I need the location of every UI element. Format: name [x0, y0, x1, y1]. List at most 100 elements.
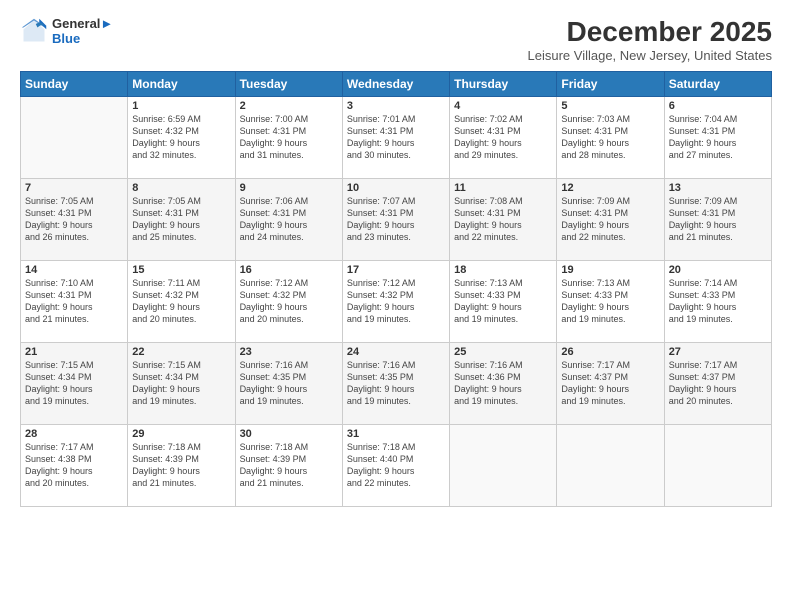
day-number: 15: [132, 264, 230, 276]
day-info: Sunrise: 7:01 AM Sunset: 4:31 PM Dayligh…: [347, 113, 445, 162]
calendar-cell: 21Sunrise: 7:15 AM Sunset: 4:34 PM Dayli…: [21, 343, 128, 425]
day-number: 14: [25, 264, 123, 276]
day-info: Sunrise: 7:02 AM Sunset: 4:31 PM Dayligh…: [454, 113, 552, 162]
calendar-cell: 23Sunrise: 7:16 AM Sunset: 4:35 PM Dayli…: [235, 343, 342, 425]
day-number: 1: [132, 100, 230, 112]
calendar-cell: 3Sunrise: 7:01 AM Sunset: 4:31 PM Daylig…: [342, 97, 449, 179]
day-number: 24: [347, 346, 445, 358]
day-info: Sunrise: 7:13 AM Sunset: 4:33 PM Dayligh…: [454, 277, 552, 326]
day-info: Sunrise: 7:05 AM Sunset: 4:31 PM Dayligh…: [132, 195, 230, 244]
calendar-cell: 13Sunrise: 7:09 AM Sunset: 4:31 PM Dayli…: [664, 179, 771, 261]
calendar-cell: 1Sunrise: 6:59 AM Sunset: 4:32 PM Daylig…: [128, 97, 235, 179]
calendar-cell: 12Sunrise: 7:09 AM Sunset: 4:31 PM Dayli…: [557, 179, 664, 261]
calendar-week-row: 14Sunrise: 7:10 AM Sunset: 4:31 PM Dayli…: [21, 261, 772, 343]
calendar-cell: 5Sunrise: 7:03 AM Sunset: 4:31 PM Daylig…: [557, 97, 664, 179]
calendar-cell: 10Sunrise: 7:07 AM Sunset: 4:31 PM Dayli…: [342, 179, 449, 261]
page-subtitle: Leisure Village, New Jersey, United Stat…: [528, 48, 772, 63]
calendar-cell: 2Sunrise: 7:00 AM Sunset: 4:31 PM Daylig…: [235, 97, 342, 179]
calendar-cell: 31Sunrise: 7:18 AM Sunset: 4:40 PM Dayli…: [342, 425, 449, 507]
calendar-cell: 8Sunrise: 7:05 AM Sunset: 4:31 PM Daylig…: [128, 179, 235, 261]
calendar-weekday-wednesday: Wednesday: [342, 72, 449, 97]
day-number: 6: [669, 100, 767, 112]
day-info: Sunrise: 7:16 AM Sunset: 4:36 PM Dayligh…: [454, 359, 552, 408]
calendar-header-row: SundayMondayTuesdayWednesdayThursdayFrid…: [21, 72, 772, 97]
day-number: 27: [669, 346, 767, 358]
day-number: 13: [669, 182, 767, 194]
day-info: Sunrise: 6:59 AM Sunset: 4:32 PM Dayligh…: [132, 113, 230, 162]
day-info: Sunrise: 7:04 AM Sunset: 4:31 PM Dayligh…: [669, 113, 767, 162]
day-number: 8: [132, 182, 230, 194]
calendar-cell: [21, 97, 128, 179]
calendar-cell: [664, 425, 771, 507]
day-number: 10: [347, 182, 445, 194]
calendar-cell: 22Sunrise: 7:15 AM Sunset: 4:34 PM Dayli…: [128, 343, 235, 425]
day-number: 3: [347, 100, 445, 112]
calendar-cell: 6Sunrise: 7:04 AM Sunset: 4:31 PM Daylig…: [664, 97, 771, 179]
calendar-weekday-saturday: Saturday: [664, 72, 771, 97]
logo-icon: [20, 17, 48, 45]
day-number: 20: [669, 264, 767, 276]
day-info: Sunrise: 7:07 AM Sunset: 4:31 PM Dayligh…: [347, 195, 445, 244]
day-number: 30: [240, 428, 338, 440]
header: General► Blue December 2025 Leisure Vill…: [20, 16, 772, 63]
calendar-week-row: 1Sunrise: 6:59 AM Sunset: 4:32 PM Daylig…: [21, 97, 772, 179]
day-number: 23: [240, 346, 338, 358]
calendar-cell: 28Sunrise: 7:17 AM Sunset: 4:38 PM Dayli…: [21, 425, 128, 507]
calendar-week-row: 28Sunrise: 7:17 AM Sunset: 4:38 PM Dayli…: [21, 425, 772, 507]
calendar-week-row: 21Sunrise: 7:15 AM Sunset: 4:34 PM Dayli…: [21, 343, 772, 425]
day-info: Sunrise: 7:13 AM Sunset: 4:33 PM Dayligh…: [561, 277, 659, 326]
calendar-cell: [557, 425, 664, 507]
day-info: Sunrise: 7:17 AM Sunset: 4:37 PM Dayligh…: [561, 359, 659, 408]
day-info: Sunrise: 7:18 AM Sunset: 4:40 PM Dayligh…: [347, 441, 445, 490]
day-info: Sunrise: 7:15 AM Sunset: 4:34 PM Dayligh…: [132, 359, 230, 408]
day-number: 11: [454, 182, 552, 194]
day-number: 31: [347, 428, 445, 440]
day-number: 19: [561, 264, 659, 276]
day-number: 9: [240, 182, 338, 194]
day-info: Sunrise: 7:12 AM Sunset: 4:32 PM Dayligh…: [347, 277, 445, 326]
calendar-weekday-friday: Friday: [557, 72, 664, 97]
day-info: Sunrise: 7:11 AM Sunset: 4:32 PM Dayligh…: [132, 277, 230, 326]
calendar-cell: 18Sunrise: 7:13 AM Sunset: 4:33 PM Dayli…: [450, 261, 557, 343]
calendar-cell: 29Sunrise: 7:18 AM Sunset: 4:39 PM Dayli…: [128, 425, 235, 507]
day-info: Sunrise: 7:05 AM Sunset: 4:31 PM Dayligh…: [25, 195, 123, 244]
day-info: Sunrise: 7:03 AM Sunset: 4:31 PM Dayligh…: [561, 113, 659, 162]
calendar-cell: 9Sunrise: 7:06 AM Sunset: 4:31 PM Daylig…: [235, 179, 342, 261]
day-info: Sunrise: 7:09 AM Sunset: 4:31 PM Dayligh…: [561, 195, 659, 244]
day-number: 29: [132, 428, 230, 440]
day-number: 12: [561, 182, 659, 194]
day-info: Sunrise: 7:17 AM Sunset: 4:37 PM Dayligh…: [669, 359, 767, 408]
calendar-cell: 15Sunrise: 7:11 AM Sunset: 4:32 PM Dayli…: [128, 261, 235, 343]
calendar-cell: 27Sunrise: 7:17 AM Sunset: 4:37 PM Dayli…: [664, 343, 771, 425]
day-number: 5: [561, 100, 659, 112]
day-number: 4: [454, 100, 552, 112]
day-number: 22: [132, 346, 230, 358]
day-number: 17: [347, 264, 445, 276]
calendar-cell: 4Sunrise: 7:02 AM Sunset: 4:31 PM Daylig…: [450, 97, 557, 179]
day-info: Sunrise: 7:12 AM Sunset: 4:32 PM Dayligh…: [240, 277, 338, 326]
calendar-cell: 17Sunrise: 7:12 AM Sunset: 4:32 PM Dayli…: [342, 261, 449, 343]
day-info: Sunrise: 7:15 AM Sunset: 4:34 PM Dayligh…: [25, 359, 123, 408]
calendar-cell: 30Sunrise: 7:18 AM Sunset: 4:39 PM Dayli…: [235, 425, 342, 507]
logo-text: General► Blue: [52, 16, 113, 46]
calendar-cell: 11Sunrise: 7:08 AM Sunset: 4:31 PM Dayli…: [450, 179, 557, 261]
calendar-weekday-sunday: Sunday: [21, 72, 128, 97]
page-title: December 2025: [528, 16, 772, 48]
calendar-week-row: 7Sunrise: 7:05 AM Sunset: 4:31 PM Daylig…: [21, 179, 772, 261]
calendar-weekday-thursday: Thursday: [450, 72, 557, 97]
day-number: 25: [454, 346, 552, 358]
calendar-weekday-tuesday: Tuesday: [235, 72, 342, 97]
day-info: Sunrise: 7:16 AM Sunset: 4:35 PM Dayligh…: [347, 359, 445, 408]
calendar-cell: 24Sunrise: 7:16 AM Sunset: 4:35 PM Dayli…: [342, 343, 449, 425]
day-info: Sunrise: 7:08 AM Sunset: 4:31 PM Dayligh…: [454, 195, 552, 244]
day-info: Sunrise: 7:09 AM Sunset: 4:31 PM Dayligh…: [669, 195, 767, 244]
day-info: Sunrise: 7:00 AM Sunset: 4:31 PM Dayligh…: [240, 113, 338, 162]
day-number: 26: [561, 346, 659, 358]
calendar-weekday-monday: Monday: [128, 72, 235, 97]
page: General► Blue December 2025 Leisure Vill…: [0, 0, 792, 612]
calendar-cell: 20Sunrise: 7:14 AM Sunset: 4:33 PM Dayli…: [664, 261, 771, 343]
logo: General► Blue: [20, 16, 113, 46]
calendar-cell: [450, 425, 557, 507]
calendar-cell: 7Sunrise: 7:05 AM Sunset: 4:31 PM Daylig…: [21, 179, 128, 261]
day-info: Sunrise: 7:17 AM Sunset: 4:38 PM Dayligh…: [25, 441, 123, 490]
